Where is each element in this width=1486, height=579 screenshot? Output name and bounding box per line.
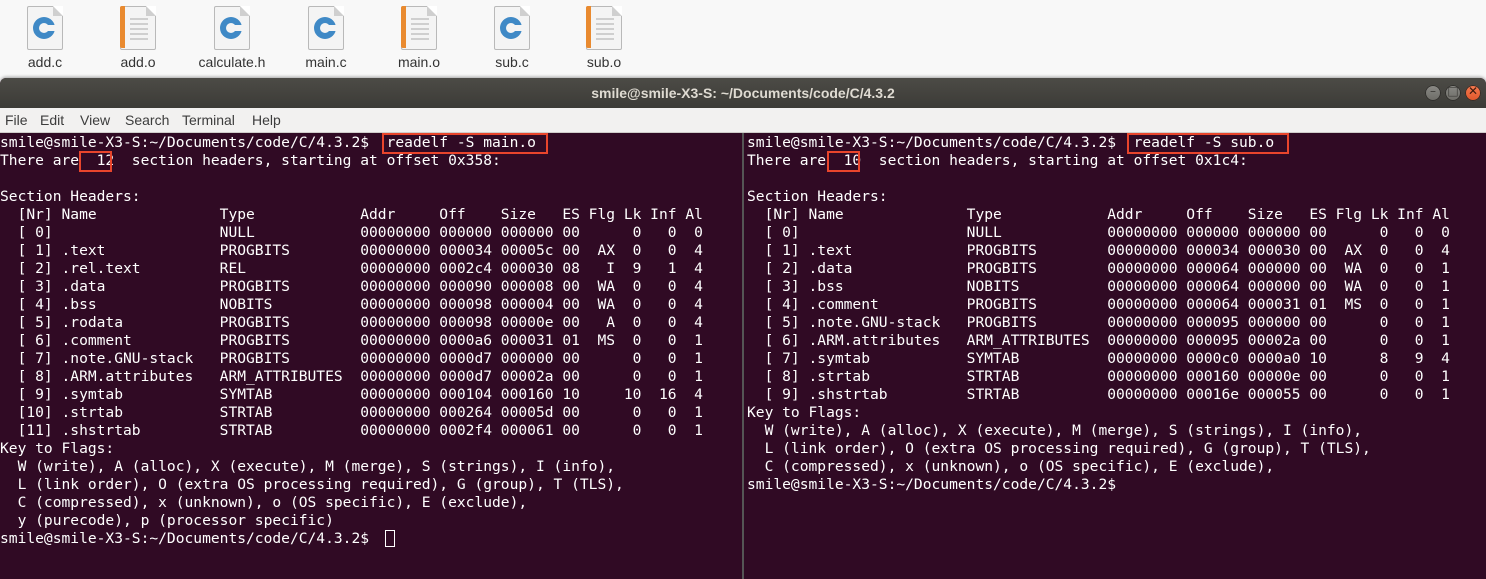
terminal-line: [11] .shstrtab STRTAB 00000000 0002f4 00… — [0, 422, 703, 439]
terminal-window: smile@smile-X3-S: ~/Documents/code/C/4.3… — [0, 78, 1486, 579]
command-highlight-box — [382, 133, 548, 154]
file-name: add.c — [27, 54, 63, 70]
terminal-line: [ 0] NULL 00000000 000000 000000 00 0 0 … — [747, 224, 1450, 241]
terminal-line: [ 0] NULL 00000000 000000 000000 00 0 0 … — [0, 224, 703, 241]
terminal-line: [ 8] .ARM.attributes ARM_ATTRIBUTES 0000… — [0, 368, 703, 385]
terminal-line: [ 6] .ARM.attributes ARM_ATTRIBUTES 0000… — [747, 332, 1450, 349]
terminal-line: smile@smile-X3-S:~/Documents/code/C/4.3.… — [747, 476, 1117, 493]
file-add-o[interactable]: add.o — [93, 6, 183, 70]
c-source-file-icon — [494, 6, 530, 50]
terminal-line: Section Headers: — [747, 188, 888, 205]
c-source-file-icon — [27, 6, 63, 50]
menu-search[interactable]: Search — [125, 112, 169, 128]
file-sub-o[interactable]: sub.o — [559, 6, 649, 70]
file-name: main.c — [305, 54, 347, 70]
file-name: calculate.h — [198, 54, 266, 70]
terminal-line: W (write), A (alloc), X (execute), M (me… — [0, 458, 616, 475]
menu-bar: File Edit View Search Terminal Help — [0, 108, 1486, 133]
minimize-button[interactable]: – — [1425, 84, 1441, 101]
terminal-line: [ 7] .symtab SYMTAB 00000000 0000c0 0000… — [747, 350, 1450, 367]
terminal-line: C (compressed), x (unknown), o (OS speci… — [0, 494, 528, 511]
terminal-line: [ 1] .text PROGBITS 00000000 000034 0000… — [747, 242, 1450, 259]
terminal-line: [ 6] .comment PROGBITS 00000000 0000a6 0… — [0, 332, 703, 349]
maximize-button[interactable]: □ — [1445, 84, 1461, 101]
terminal-line: [ 4] .bss NOBITS 00000000 000098 000004 … — [0, 296, 703, 313]
terminal-line: [ 2] .rel.text REL 00000000 0002c4 00003… — [0, 260, 703, 277]
terminal-line: y (purecode), p (processor specific) — [0, 512, 334, 529]
terminal-line: [ 3] .data PROGBITS 00000000 000090 0000… — [0, 278, 703, 295]
terminal-line: [ 4] .comment PROGBITS 00000000 000064 0… — [747, 296, 1450, 313]
terminal-line: Section Headers: — [0, 188, 141, 205]
terminal-output: smile@smile-X3-S:~/Documents/code/C/4.3.… — [747, 134, 1450, 494]
file-name: sub.c — [495, 54, 529, 70]
file-name: main.o — [397, 54, 441, 70]
terminal-output: smile@smile-X3-S:~/Documents/code/C/4.3.… — [0, 134, 703, 548]
count-highlight-box — [827, 151, 860, 172]
terminal-line: smile@smile-X3-S:~/Documents/code/C/4.3.… — [0, 530, 378, 547]
terminal-line: [ 3] .bss NOBITS 00000000 000064 000000 … — [747, 278, 1450, 295]
desktop-file-strip: add.c add.o calculate.h main.c main.o su… — [0, 0, 1486, 80]
terminal-line: [Nr] Name Type Addr Off Size ES Flg Lk I… — [747, 206, 1450, 223]
terminal-line: [ 1] .text PROGBITS 00000000 000034 0000… — [0, 242, 703, 259]
terminal-line: W (write), A (alloc), X (execute), M (me… — [747, 422, 1363, 439]
file-main-c[interactable]: main.c — [281, 6, 371, 70]
minimize-icon: – — [1430, 84, 1436, 98]
command-highlight-box — [1127, 133, 1289, 154]
terminal-line: [ 5] .rodata PROGBITS 00000000 000098 00… — [0, 314, 703, 331]
window-title: smile@smile-X3-S: ~/Documents/code/C/4.3… — [591, 85, 895, 101]
terminal-line: Key to Flags: — [0, 440, 115, 457]
count-highlight-box — [79, 151, 112, 172]
object-file-icon — [586, 6, 622, 50]
file-main-o[interactable]: main.o — [374, 6, 464, 70]
terminal-line: [Nr] Name Type Addr Off Size ES Flg Lk I… — [0, 206, 703, 223]
terminal-line: There are 10 section headers, starting a… — [747, 152, 1248, 169]
c-source-file-icon — [214, 6, 250, 50]
close-button[interactable]: ✕ — [1465, 84, 1481, 101]
terminal-line: [ 9] .shstrtab STRTAB 00000000 00016e 00… — [747, 386, 1450, 403]
terminal-line: [ 5] .note.GNU-stack PROGBITS 00000000 0… — [747, 314, 1450, 331]
terminal-line: [10] .strtab STRTAB 00000000 000264 0000… — [0, 404, 703, 421]
menu-terminal[interactable]: Terminal — [182, 112, 235, 128]
menu-help[interactable]: Help — [252, 112, 281, 128]
menu-edit[interactable]: Edit — [40, 112, 64, 128]
object-file-icon — [401, 6, 437, 50]
object-file-icon — [120, 6, 156, 50]
menu-view[interactable]: View — [80, 112, 110, 128]
close-icon: ✕ — [1467, 84, 1479, 98]
terminal-line: [ 9] .symtab SYMTAB 00000000 000104 0001… — [0, 386, 703, 403]
terminal-pane-left[interactable]: smile@smile-X3-S:~/Documents/code/C/4.3.… — [0, 133, 742, 579]
file-name: add.o — [120, 54, 156, 70]
terminal-line: There are 12 section headers, starting a… — [0, 152, 501, 169]
file-add-c[interactable]: add.c — [0, 6, 90, 70]
terminal-pane-right[interactable]: smile@smile-X3-S:~/Documents/code/C/4.3.… — [744, 133, 1486, 579]
terminal-line: [ 7] .note.GNU-stack PROGBITS 00000000 0… — [0, 350, 703, 367]
terminal-cursor — [385, 530, 395, 547]
terminal-line: L (link order), O (extra OS processing r… — [0, 476, 624, 493]
terminal-line: C (compressed), x (unknown), o (OS speci… — [747, 458, 1275, 475]
menu-file[interactable]: File — [5, 112, 28, 128]
file-sub-c[interactable]: sub.c — [467, 6, 557, 70]
terminal-line: Key to Flags: — [747, 404, 862, 421]
file-calculate-h[interactable]: calculate.h — [187, 6, 277, 70]
terminal-line: L (link order), O (extra OS processing r… — [747, 440, 1371, 457]
c-source-file-icon — [308, 6, 344, 50]
file-name: sub.o — [586, 54, 622, 70]
terminal-line: [ 2] .data PROGBITS 00000000 000064 0000… — [747, 260, 1450, 277]
window-titlebar[interactable]: smile@smile-X3-S: ~/Documents/code/C/4.3… — [0, 78, 1486, 108]
maximize-icon: □ — [1447, 84, 1459, 98]
terminal-line: [ 8] .strtab STRTAB 00000000 000160 0000… — [747, 368, 1450, 385]
